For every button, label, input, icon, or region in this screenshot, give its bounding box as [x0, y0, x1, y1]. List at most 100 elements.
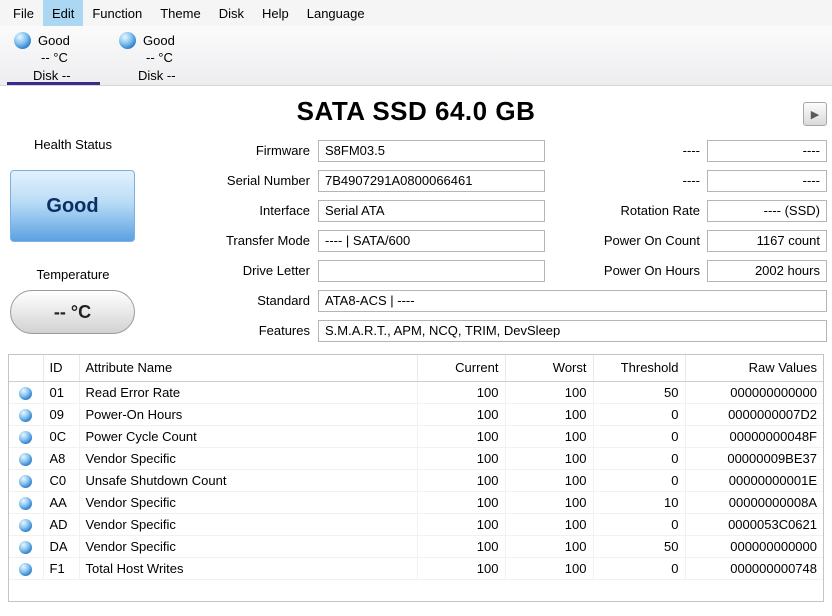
attr-id: A8 [43, 447, 80, 470]
table-row[interactable]: 09 Power-On Hours 100 100 0 0000000007D2 [9, 403, 823, 426]
right-field-2-label: ---- [682, 173, 700, 188]
attr-threshold: 0 [593, 513, 686, 536]
disk-tab-2[interactable]: Good -- °C Disk -- [110, 26, 207, 85]
table-row[interactable]: AA Vendor Specific 100 100 10 0000000000… [9, 491, 823, 514]
attribute-status-orb-icon [19, 430, 33, 444]
disk-temperature: -- °C [146, 50, 173, 65]
attr-worst: 100 [505, 491, 594, 514]
status-column-header [9, 355, 44, 382]
attr-name: Power Cycle Count [79, 425, 418, 448]
attr-raw: 000000000748 [685, 557, 823, 580]
smart-attribute-table: ID Attribute Name Current Worst Threshol… [8, 354, 824, 602]
attribute-name-column-header: Attribute Name [79, 355, 418, 382]
features-label: Features [258, 323, 310, 338]
menu-theme[interactable]: Theme [151, 0, 209, 26]
drive-title: SATA SSD 64.0 GB [296, 96, 536, 126]
worst-column-header: Worst [505, 355, 594, 382]
drive-letter-value [318, 260, 545, 282]
attr-raw: 00000000048F [685, 425, 823, 448]
attr-raw: 00000000008A [685, 491, 823, 514]
disk-status: Good [143, 32, 175, 48]
menu-disk[interactable]: Disk [210, 0, 253, 26]
next-disk-button[interactable]: ▶ [803, 102, 827, 126]
attr-current: 100 [417, 557, 506, 580]
attr-current: 100 [417, 403, 506, 426]
firmware-value: S8FM03.5 [318, 140, 545, 162]
raw-values-column-header: Raw Values [685, 355, 823, 382]
standard-value: ATA8-ACS | ---- [318, 290, 827, 312]
attr-worst: 100 [505, 535, 594, 558]
standard-label: Standard [257, 293, 310, 308]
attr-name: Unsafe Shutdown Count [79, 469, 418, 492]
disk-status-orb-icon [119, 31, 136, 49]
disk-status-orb-icon [14, 31, 31, 49]
attr-raw: 000000000000 [685, 535, 823, 558]
disk-tab-1[interactable]: Good -- °C Disk -- [5, 26, 102, 85]
attr-name: Vendor Specific [79, 513, 418, 536]
attribute-status-orb-icon [19, 474, 33, 488]
current-column-header: Current [417, 355, 506, 382]
attr-current: 100 [417, 447, 506, 470]
disk-temperature: -- °C [41, 50, 68, 65]
attr-name: Total Host Writes [79, 557, 418, 580]
temperature-badge: -- °C [10, 290, 135, 334]
table-row[interactable]: AD Vendor Specific 100 100 0 0000053C062… [9, 513, 823, 536]
attr-raw: 00000009BE37 [685, 447, 823, 470]
attr-name: Vendor Specific [79, 535, 418, 558]
attr-worst: 100 [505, 469, 594, 492]
drive-letter-label: Drive Letter [242, 263, 310, 278]
attr-name: Vendor Specific [79, 447, 418, 470]
attr-threshold: 0 [593, 403, 686, 426]
attr-worst: 100 [505, 381, 594, 404]
power-on-hours-value: 2002 hours [707, 260, 827, 282]
attr-threshold: 10 [593, 491, 686, 514]
table-row[interactable]: F1 Total Host Writes 100 100 0 000000000… [9, 557, 823, 580]
attr-raw: 00000000001E [685, 469, 823, 492]
attr-name: Vendor Specific [79, 491, 418, 514]
table-row[interactable]: 01 Read Error Rate 100 100 50 0000000000… [9, 381, 823, 404]
right-field-2-value: ---- [707, 170, 827, 192]
features-value: S.M.A.R.T., APM, NCQ, TRIM, DevSleep [318, 320, 827, 342]
drive-info-panel: SATA SSD 64.0 GB ▶ Health Status Good Te… [0, 86, 832, 616]
rotation-rate-value: ---- (SSD) [707, 200, 827, 222]
power-on-hours-label: Power On Hours [603, 263, 700, 278]
attr-current: 100 [417, 491, 506, 514]
menu-bar: File Edit Function Theme Disk Help Langu… [0, 0, 832, 26]
attribute-status-orb-icon [19, 496, 33, 510]
temperature-label: Temperature [36, 267, 110, 282]
attr-worst: 100 [505, 403, 594, 426]
threshold-column-header: Threshold [593, 355, 686, 382]
table-row[interactable]: A8 Vendor Specific 100 100 0 00000009BE3… [9, 447, 823, 470]
health-status-badge[interactable]: Good [10, 170, 135, 242]
attribute-status-orb-icon [19, 540, 33, 554]
disk-status: Good [38, 32, 70, 48]
disk-label: Disk -- [138, 68, 176, 83]
attribute-status-orb-icon [19, 518, 33, 532]
menu-edit[interactable]: Edit [42, 0, 84, 26]
menu-function[interactable]: Function [83, 0, 151, 26]
health-status-label: Health Status [33, 137, 113, 152]
right-field-1-value: ---- [707, 140, 827, 162]
power-on-count-value: 1167 count [707, 230, 827, 252]
attr-threshold: 0 [593, 469, 686, 492]
table-row[interactable]: 0C Power Cycle Count 100 100 0 000000000… [9, 425, 823, 448]
attr-id: DA [43, 535, 80, 558]
power-on-count-label: Power On Count [603, 233, 700, 248]
attr-current: 100 [417, 513, 506, 536]
attr-threshold: 0 [593, 557, 686, 580]
attr-current: 100 [417, 469, 506, 492]
menu-language[interactable]: Language [298, 0, 374, 26]
menu-help[interactable]: Help [253, 0, 298, 26]
attr-id: AA [43, 491, 80, 514]
table-row[interactable]: DA Vendor Specific 100 100 50 0000000000… [9, 535, 823, 558]
attribute-status-orb-icon [19, 562, 33, 576]
attr-threshold: 50 [593, 535, 686, 558]
transfer-mode-value: ---- | SATA/600 [318, 230, 545, 252]
transfer-mode-label: Transfer Mode [225, 233, 310, 248]
menu-file[interactable]: File [4, 0, 43, 26]
id-column-header: ID [43, 355, 80, 382]
table-row[interactable]: C0 Unsafe Shutdown Count 100 100 0 00000… [9, 469, 823, 492]
attr-threshold: 0 [593, 447, 686, 470]
attr-name: Read Error Rate [79, 381, 418, 404]
interface-label: Interface [259, 203, 310, 218]
